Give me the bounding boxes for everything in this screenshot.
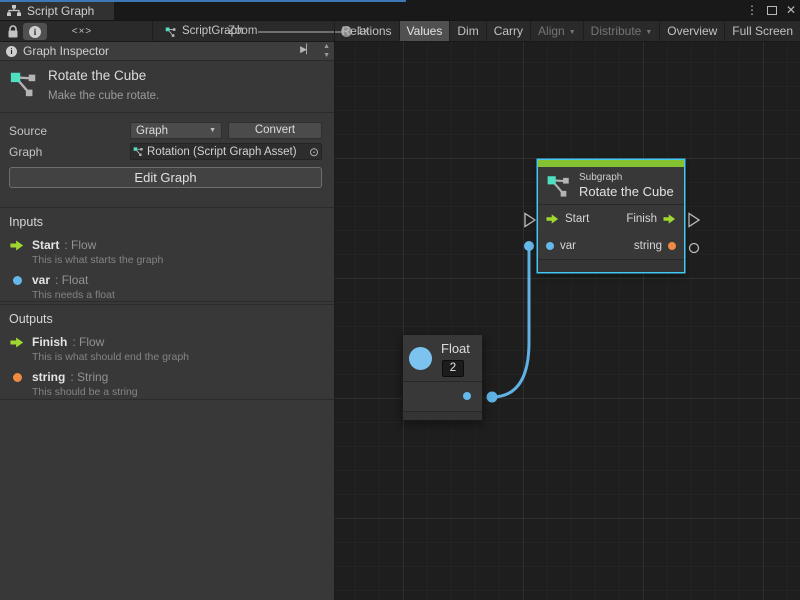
tab-script-graph[interactable]: Script Graph: [0, 2, 114, 20]
toolbar-separator: [152, 21, 153, 41]
object-picker-icon[interactable]: ⊙: [309, 145, 319, 159]
align-dropdown-button[interactable]: Align▼: [530, 21, 583, 41]
graph-output-flow-port[interactable]: [689, 214, 699, 227]
value-port-row: var string: [538, 232, 684, 259]
chevron-down-icon: ▼: [645, 29, 652, 36]
float-port-icon: [13, 276, 22, 285]
node-kind-label: Subgraph: [579, 172, 674, 183]
string-port-label: string: [634, 240, 662, 252]
port-entry-string: string : String: [0, 370, 334, 384]
port-description: This is what starts the graph: [32, 254, 334, 266]
node-title: Rotate the Cube: [579, 184, 674, 199]
port-entry-start: Start : Flow: [0, 238, 334, 252]
graph-label: Graph: [9, 145, 42, 159]
title-bar: Script Graph ⋮ ✕: [0, 0, 800, 20]
port-description: This should be a string: [32, 386, 334, 398]
node-footer: [538, 259, 684, 272]
wire-layer: [335, 42, 800, 600]
inputs-title: Inputs: [0, 208, 334, 231]
string-port-icon[interactable]: [668, 242, 676, 250]
chevron-down-icon: ▼: [209, 127, 216, 134]
graph-summary: Make the cube rotate.: [48, 90, 159, 102]
outputs-section: Outputs Finish : Flow This is what shoul…: [0, 304, 334, 400]
port-description: This needs a float: [32, 289, 334, 301]
script-graph-icon: [546, 173, 572, 199]
spin-up-icon[interactable]: ▲: [323, 42, 330, 51]
menu-icon[interactable]: ⋮: [746, 2, 758, 18]
float-node[interactable]: Float 2: [402, 334, 483, 421]
toolbar-buttons: Relations Values Dim Carry Align▼ Distri…: [334, 21, 800, 41]
window-controls: ⋮ ✕: [746, 2, 796, 18]
node-body: [403, 382, 482, 411]
panel-spinner[interactable]: ▲ ▼: [323, 42, 330, 60]
carry-button[interactable]: Carry: [486, 21, 530, 41]
values-button[interactable]: Values: [399, 21, 450, 41]
code-preview-button[interactable]: <×>: [66, 23, 98, 40]
float-to-var-wire[interactable]: [492, 246, 529, 397]
node-header[interactable]: Float 2: [403, 335, 482, 382]
divider: [0, 112, 334, 113]
graph-output-value-port[interactable]: [690, 244, 699, 253]
script-graph-icon: [133, 146, 144, 157]
flow-arrow-icon[interactable]: [663, 214, 676, 224]
info-icon: i: [6, 46, 17, 57]
relations-button[interactable]: Relations: [334, 21, 399, 41]
convert-button[interactable]: Convert: [228, 122, 322, 139]
spin-down-icon[interactable]: ▼: [323, 51, 330, 60]
graph-hierarchy-icon: [7, 5, 21, 17]
wire-end-dot[interactable]: [524, 241, 534, 251]
port-entry-finish: Finish : Flow: [0, 335, 334, 349]
inspector-title: Graph Inspector: [23, 44, 109, 58]
script-graph-icon: [9, 69, 39, 99]
full-screen-button[interactable]: Full Screen: [724, 21, 800, 41]
outputs-title: Outputs: [0, 305, 334, 328]
dock-icon[interactable]: ▶▏: [300, 44, 312, 55]
graph-inspector-panel: i Graph Inspector ▶▏ ▲ ▼ Rotate the Cube…: [0, 42, 335, 600]
string-port-icon: [13, 373, 22, 382]
inspector-header: i Graph Inspector ▶▏ ▲ ▼: [0, 42, 334, 61]
float-type-icon: [409, 347, 432, 370]
var-port-label: var: [560, 240, 576, 252]
maximize-icon[interactable]: [767, 6, 777, 15]
zoom-label: Zoom: [228, 25, 257, 37]
node-footer: [403, 411, 482, 420]
finish-port-label: Finish: [626, 213, 657, 225]
dim-button[interactable]: Dim: [449, 21, 485, 41]
tab-title: Script Graph: [27, 4, 94, 18]
inputs-section: Inputs Start : Flow This is what starts …: [0, 207, 334, 302]
distribute-dropdown-button[interactable]: Distribute▼: [583, 21, 660, 41]
close-icon[interactable]: ✕: [786, 2, 796, 18]
flow-port-row: Start Finish: [538, 205, 684, 232]
info-icon: i: [29, 26, 41, 38]
node-color-bar: [538, 160, 684, 167]
graph-title: Rotate the Cube: [48, 68, 146, 83]
var-port-icon[interactable]: [546, 242, 554, 250]
chevron-down-icon: ▼: [569, 29, 576, 36]
flow-arrow-icon: [10, 337, 24, 348]
overview-button[interactable]: Overview: [659, 21, 724, 41]
float-output-port[interactable]: [463, 392, 471, 400]
flow-arrow-icon: [10, 240, 24, 251]
port-description: This is what should end the graph: [32, 351, 334, 363]
start-port-label: Start: [565, 213, 589, 225]
source-dropdown[interactable]: Graph ▼: [130, 122, 222, 139]
source-label: Source: [9, 124, 47, 138]
node-title: Float: [441, 341, 470, 356]
node-header[interactable]: Subgraph Rotate the Cube: [538, 167, 684, 205]
lock-icon[interactable]: [7, 25, 19, 38]
float-value-input[interactable]: 2: [442, 360, 464, 377]
graph-asset-field[interactable]: Rotation (Script Graph Asset) ⊙: [130, 143, 322, 160]
subgraph-node[interactable]: Subgraph Rotate the Cube Start Finish va…: [538, 160, 684, 272]
graph-toolbar: i <×> ScriptGraph Zoom 1x Relations Valu…: [0, 20, 800, 42]
inspector-toggle-button[interactable]: i: [23, 23, 47, 40]
script-graph-icon: [165, 26, 177, 38]
wire-start-dot[interactable]: [487, 392, 498, 403]
edit-graph-button[interactable]: Edit Graph: [9, 167, 322, 188]
graph-canvas[interactable]: Subgraph Rotate the Cube Start Finish va…: [335, 42, 800, 600]
port-entry-var: var : Float: [0, 273, 334, 287]
flow-arrow-icon[interactable]: [546, 214, 559, 224]
graph-input-flow-port[interactable]: [525, 214, 535, 227]
